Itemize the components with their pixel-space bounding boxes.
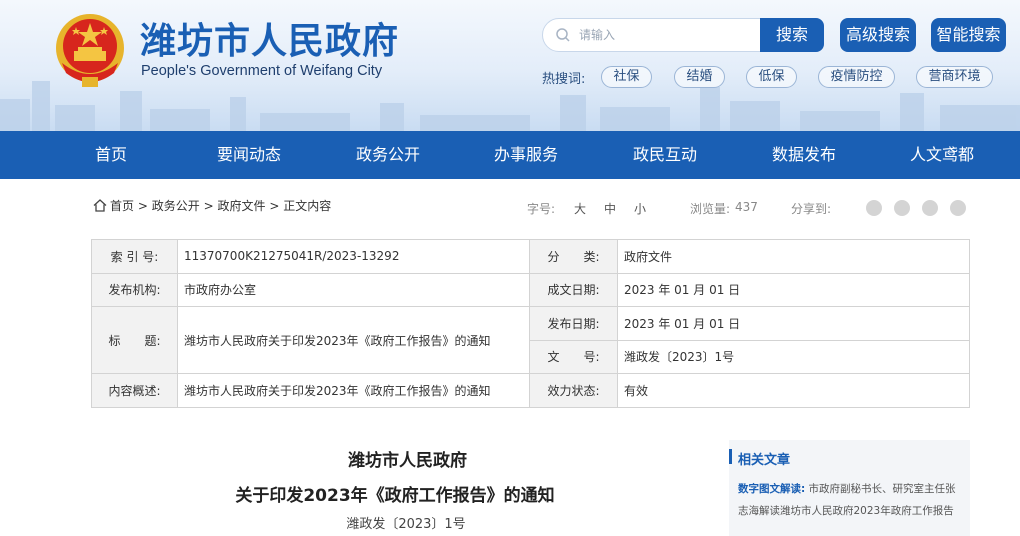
font-size-label: 字号: (527, 202, 556, 216)
doc-number-value: 潍政发〔2023〕1号 (617, 339, 970, 374)
category-label: 分 类: (529, 239, 618, 274)
issuer-value: 市政府办公室 (177, 272, 530, 307)
published-date-value: 2023 年 01 月 01 日 (617, 306, 970, 341)
nav-news[interactable]: 要闻动态 (217, 131, 281, 179)
status-value: 有效 (617, 373, 970, 408)
font-size-large[interactable]: 大 (574, 200, 586, 217)
font-size-medium[interactable]: 中 (604, 200, 616, 217)
share-label: 分享到: (791, 202, 832, 216)
view-count: 437 (735, 200, 758, 214)
hot-word-marriage[interactable]: 结婚 (674, 66, 725, 88)
breadcrumb-separator: > (269, 199, 280, 213)
published-date-label: 发布日期: (529, 306, 618, 341)
qzone-share-icon[interactable] (950, 200, 966, 216)
article-doc-number: 潍政发〔2023〕1号 (346, 517, 466, 532)
index-value: 11370700K21275041R/2023-13292 (177, 239, 530, 274)
article-issuer: 潍坊市人民政府 (348, 451, 467, 471)
national-emblem-logo (56, 14, 124, 87)
view-count-label: 浏览量: (690, 202, 731, 216)
search-input[interactable] (579, 25, 749, 45)
main-nav: 首页 要闻动态 政务公开 办事服务 政民互动 数据发布 人文鸢都 (0, 131, 1020, 179)
hot-word-social-security[interactable]: 社保 (601, 66, 652, 88)
article-title: 关于印发2023年《政府工作报告》的通知 (235, 486, 555, 506)
hot-word-subsistence[interactable]: 低保 (746, 66, 797, 88)
related-articles-panel: 相关文章 数字图文解读: 市政府副秘书长、研究室主任张志海解读潍坊市人民政府20… (729, 440, 970, 536)
search-button[interactable]: 搜索 (760, 18, 824, 52)
document-info-table: 索 引 号: 11370700K21275041R/2023-13292 分 类… (91, 239, 970, 408)
wechat-share-icon[interactable] (866, 200, 882, 216)
nav-culture[interactable]: 人文鸢都 (910, 131, 974, 179)
nav-services[interactable]: 办事服务 (494, 131, 558, 179)
issuer-label: 发布机构: (91, 272, 178, 307)
search-box (542, 18, 761, 52)
title-label: 标 题: (91, 306, 178, 374)
search-icon (556, 28, 570, 42)
weibo-share-icon[interactable] (894, 200, 910, 216)
breadcrumb-separator: > (203, 199, 214, 213)
qq-share-icon[interactable] (922, 200, 938, 216)
category-value: 政府文件 (617, 239, 970, 274)
index-label: 索 引 号: (91, 239, 178, 274)
nav-home[interactable]: 首页 (95, 131, 127, 179)
summary-value: 潍坊市人民政府关于印发2023年《政府工作报告》的通知 (177, 373, 530, 408)
related-heading: 相关文章 (738, 453, 791, 468)
doc-number-label: 文 号: (529, 339, 618, 374)
status-label: 效力状态: (529, 373, 618, 408)
related-article-link[interactable]: 数字图文解读: 市政府副秘书长、研究室主任张志海解读潍坊市人民政府2023年政府… (738, 478, 963, 522)
breadcrumb-separator: > (137, 199, 148, 213)
hot-word-epidemic[interactable]: 疫情防控 (818, 66, 895, 88)
created-date-label: 成文日期: (529, 272, 618, 307)
breadcrumb-home[interactable]: 首页 (110, 199, 134, 213)
breadcrumb-current: 正文内容 (283, 199, 332, 213)
breadcrumb: 首页 > 政务公开 > 政府文件 > 正文内容 (93, 197, 331, 214)
related-keyword: 数字图文解读: (738, 483, 806, 495)
site-subtitle: People's Government of Weifang City (141, 63, 383, 79)
smart-search-button[interactable]: 智能搜索 (931, 18, 1006, 52)
related-heading-bar (729, 449, 732, 464)
hot-word-business[interactable]: 营商环境 (916, 66, 993, 88)
font-size-small[interactable]: 小 (634, 200, 646, 217)
home-icon (93, 199, 107, 212)
breadcrumb-gov-affairs[interactable]: 政务公开 (152, 199, 200, 213)
site-header: 潍坊市人民政府 People's Government of Weifang C… (0, 0, 1020, 131)
nav-gov-affairs[interactable]: 政务公开 (356, 131, 420, 179)
hot-words-label: 热搜词: (542, 72, 586, 87)
advanced-search-button[interactable]: 高级搜索 (840, 18, 916, 52)
nav-interaction[interactable]: 政民互动 (633, 131, 697, 179)
summary-label: 内容概述: (91, 373, 178, 408)
nav-data[interactable]: 数据发布 (772, 131, 836, 179)
created-date-value: 2023 年 01 月 01 日 (617, 272, 970, 307)
site-title: 潍坊市人民政府 (140, 21, 400, 62)
breadcrumb-gov-docs[interactable]: 政府文件 (217, 199, 265, 213)
title-value: 潍坊市人民政府关于印发2023年《政府工作报告》的通知 (177, 306, 530, 374)
